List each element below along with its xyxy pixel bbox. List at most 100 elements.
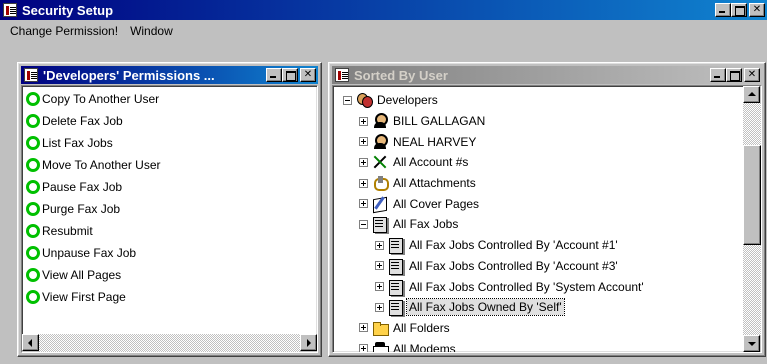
scroll-track[interactable]	[743, 103, 761, 335]
sorted-by-user-title-bar[interactable]: Sorted By User ✕	[332, 66, 762, 84]
expand-icon[interactable]	[375, 282, 384, 292]
window-icon[interactable]	[23, 67, 39, 83]
expand-icon[interactable]	[375, 240, 384, 250]
tree-node-label: All Cover Pages	[393, 196, 480, 211]
close-button[interactable]: ✕	[300, 68, 316, 82]
folder-icon	[372, 320, 389, 336]
tree-node[interactable]: BILL GALLAGAN	[335, 111, 741, 132]
fax-jobs-icon	[388, 279, 404, 296]
permission-item[interactable]: Pause Fax Job	[24, 176, 315, 198]
permissions-list-panel: Copy To Another User Delete Fax Job List F…	[21, 85, 318, 353]
maximize-button[interactable]	[282, 68, 298, 82]
fax-jobs-icon	[388, 299, 404, 317]
attachment-icon	[372, 175, 389, 192]
tree-node[interactable]: All Fax Jobs Owned By 'Self'	[335, 297, 741, 318]
permission-item[interactable]: List Fax Jobs	[24, 132, 315, 154]
close-button[interactable]: ✕	[749, 3, 765, 17]
permission-granted-icon	[26, 92, 40, 106]
tree-node[interactable]: All Cover Pages	[335, 193, 741, 214]
sorted-by-user-window: Sorted By User ✕ Developers BILL GALLAGAN…	[328, 62, 766, 357]
horizontal-scrollbar[interactable]	[22, 334, 317, 352]
collapse-icon[interactable]	[343, 95, 352, 105]
tree-node[interactable]: All Fax Jobs Controlled By 'Account #3'	[335, 256, 741, 277]
tree-node[interactable]: All Fax Jobs Controlled By 'Account #1'	[335, 235, 741, 256]
permission-granted-icon	[26, 114, 40, 128]
tree-node[interactable]: NEAL HARVEY	[335, 131, 741, 152]
expand-icon[interactable]	[359, 157, 368, 167]
tree-node[interactable]: All Attachments	[335, 173, 741, 194]
main-title-bar[interactable]: Security Setup ✕	[0, 0, 767, 20]
permission-label: Copy To Another User	[42, 92, 160, 106]
scroll-down-button[interactable]	[743, 335, 760, 352]
permission-item[interactable]: Unpause Fax Job	[24, 242, 315, 264]
permission-item[interactable]: View First Page	[24, 286, 315, 308]
permission-item[interactable]: Purge Fax Job	[24, 198, 315, 220]
expand-icon[interactable]	[359, 116, 368, 126]
main-window-controls: ✕	[715, 3, 765, 17]
tree-node-label: NEAL HARVEY	[393, 134, 477, 149]
minimize-button[interactable]	[266, 68, 282, 82]
permission-item[interactable]: Resubmit	[24, 220, 315, 242]
permission-label: Pause Fax Job	[42, 180, 123, 194]
tree-node[interactable]: All Folders	[335, 318, 741, 339]
tree-node-label: All Fax Jobs	[393, 217, 459, 232]
permission-label: Move To Another User	[42, 158, 161, 172]
permissions-title-bar[interactable]: 'Developers' Permissions ... ✕	[21, 66, 318, 84]
scroll-thumb[interactable]	[743, 145, 761, 245]
tree-node-label: All Account #s	[393, 155, 469, 170]
close-button[interactable]: ✕	[744, 68, 760, 82]
scroll-right-button[interactable]	[300, 334, 317, 351]
permission-granted-icon	[26, 158, 40, 172]
permission-granted-icon	[26, 268, 40, 282]
tree-node[interactable]: Developers	[335, 90, 741, 111]
minimize-button[interactable]	[715, 3, 731, 17]
permission-item[interactable]: View All Pages	[24, 264, 315, 286]
vertical-scrollbar[interactable]	[743, 86, 761, 352]
sorted-by-user-title: Sorted By User	[354, 67, 448, 83]
window-icon[interactable]	[334, 67, 350, 83]
permission-item[interactable]: Copy To Another User	[24, 88, 315, 110]
expand-icon[interactable]	[375, 302, 384, 312]
expand-icon[interactable]	[359, 323, 368, 333]
tree-node[interactable]: All Fax Jobs Controlled By 'System Accou…	[335, 276, 741, 297]
menu-window[interactable]: Window	[124, 22, 179, 40]
permission-label: Resubmit	[42, 224, 93, 238]
scroll-left-button[interactable]	[22, 334, 39, 351]
expand-icon[interactable]	[359, 137, 368, 147]
tree-node[interactable]: All Fax Jobs	[335, 214, 741, 235]
permissions-window: 'Developers' Permissions ... ✕ Copy To A…	[17, 62, 322, 357]
tree-node-label: All Fax Jobs Controlled By 'System Accou…	[409, 279, 644, 294]
tree-node-label: All Fax Jobs Owned By 'Self'	[406, 298, 565, 317]
permission-item[interactable]: Move To Another User	[24, 154, 315, 176]
expand-icon[interactable]	[359, 199, 368, 209]
permission-granted-icon	[26, 202, 40, 216]
permissions-list: Copy To Another User Delete Fax Job List F…	[24, 88, 315, 332]
scroll-up-button[interactable]	[743, 86, 760, 103]
user-tree: Developers BILL GALLAGAN NEAL HARVEY All Ac…	[335, 90, 741, 352]
fax-jobs-icon	[388, 237, 404, 255]
cover-page-icon	[372, 196, 388, 212]
expand-icon[interactable]	[359, 344, 368, 352]
maximize-button[interactable]	[731, 3, 747, 17]
menu-bar: Change Permission! Window	[0, 20, 767, 42]
tree-node[interactable]: All Account #s	[335, 152, 741, 173]
permissions-window-controls: ✕	[266, 68, 316, 82]
permission-granted-icon	[26, 290, 40, 304]
expand-icon[interactable]	[359, 178, 368, 188]
minimize-button[interactable]	[710, 68, 726, 82]
permission-label: Delete Fax Job	[42, 114, 123, 128]
app-title: Security Setup	[22, 2, 114, 18]
permission-label: View All Pages	[42, 268, 122, 282]
tree-node-label: BILL GALLAGAN	[393, 114, 486, 129]
maximize-button[interactable]	[726, 68, 742, 82]
permission-item[interactable]: Delete Fax Job	[24, 110, 315, 132]
app-icon[interactable]	[2, 2, 18, 18]
fax-jobs-icon	[372, 216, 388, 234]
expand-icon[interactable]	[375, 261, 384, 271]
user-icon	[372, 133, 388, 150]
collapse-icon[interactable]	[359, 219, 368, 229]
tree-node[interactable]: All Modems	[335, 338, 741, 352]
scroll-track[interactable]	[39, 334, 300, 352]
permission-label: List Fax Jobs	[42, 136, 113, 150]
menu-change-permission[interactable]: Change Permission!	[4, 22, 124, 40]
